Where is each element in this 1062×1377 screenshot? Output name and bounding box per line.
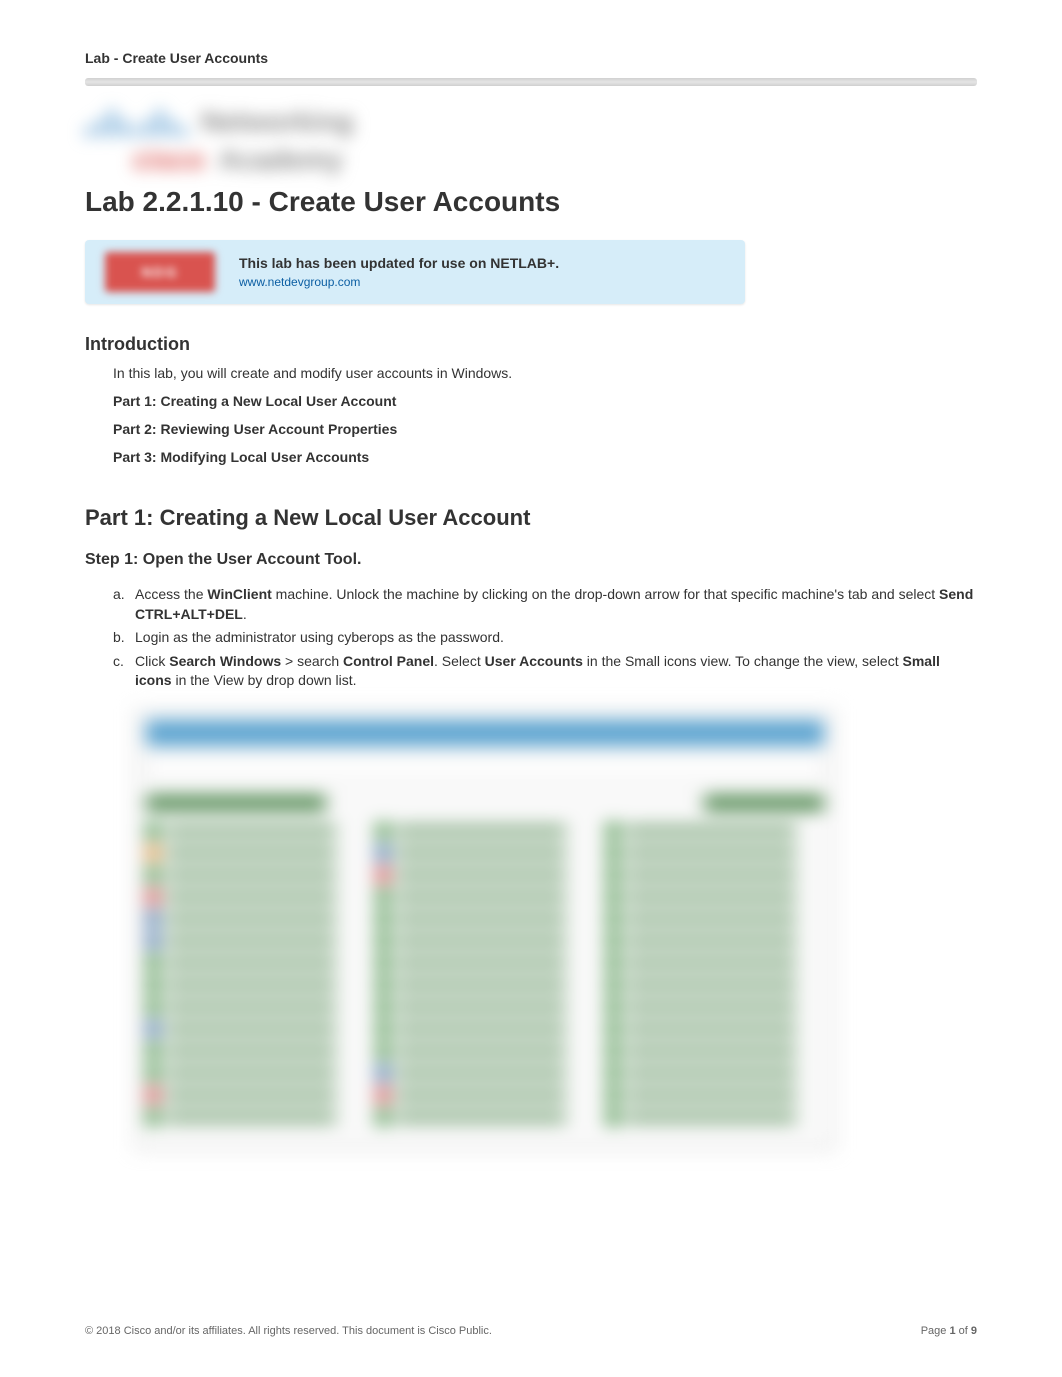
step-a-bold1: WinClient: [207, 586, 271, 602]
step-c-post: in the View by drop down list.: [172, 672, 357, 688]
footer-page-pre: Page: [921, 1325, 950, 1337]
logo-text-networking: Networking: [201, 106, 353, 138]
step1-list: a. Access the WinClient machine. Unlock …: [113, 585, 977, 691]
page-footer: © 2018 Cisco and/or its affiliates. All …: [85, 1325, 977, 1337]
step-c-mid1: > search: [281, 653, 343, 669]
banner-text: This lab has been updated for use on NET…: [239, 255, 559, 271]
step-a-pre: Access the: [135, 586, 207, 602]
logo-text-cisco: cisco: [133, 144, 205, 176]
step-b-mid: using: [296, 629, 337, 645]
banner-link[interactable]: www.netdevgroup.com: [239, 275, 360, 289]
cisco-bars-icon: [85, 107, 187, 137]
part1-heading: Part 1: Creating a New Local User Accoun…: [85, 505, 977, 531]
step-b: b. Login as the administrator using cybe…: [113, 628, 977, 648]
step-c-bold2: Control Panel: [343, 653, 434, 669]
part-2-label: Part 2: Reviewing User Account Propertie…: [113, 421, 977, 437]
header-separator: [85, 78, 977, 86]
step-c: c. Click Search Windows > search Control…: [113, 652, 977, 691]
step-b-pre: Login as the: [135, 629, 215, 645]
footer-page-of: of: [956, 1325, 971, 1337]
cisco-logo-block: Networking cisco Academy: [85, 106, 977, 176]
step-a: a. Access the WinClient machine. Unlock …: [113, 585, 977, 624]
step-c-mid3: in the Small icons view. To change the v…: [583, 653, 903, 669]
netlab-banner: NDG This lab has been updated for use on…: [85, 240, 745, 304]
introduction-heading: Introduction: [85, 334, 977, 355]
step-c-bold1: Search Windows: [169, 653, 281, 669]
part-3-label: Part 3: Modifying Local User Accounts: [113, 449, 977, 465]
step-b-val2: cyberops: [337, 629, 394, 645]
step-a-post: .: [243, 606, 247, 622]
header-label: Lab - Create User Accounts: [85, 50, 977, 66]
introduction-text: In this lab, you will create and modify …: [113, 365, 977, 381]
step1-heading: Step 1: Open the User Account Tool.: [85, 551, 977, 569]
control-panel-screenshot: [135, 709, 835, 1149]
step-c-pre: Click: [135, 653, 169, 669]
step-b-post: as the password.: [394, 629, 504, 645]
footer-page: Page 1 of 9: [921, 1325, 977, 1337]
part-1-label: Part 1: Creating a New Local User Accoun…: [113, 393, 977, 409]
step-a-mid: machine. Unlock the machine by clicking …: [272, 586, 939, 602]
footer-copyright: © 2018 Cisco and/or its affiliates. All …: [85, 1325, 492, 1337]
ndg-badge-icon: NDG: [105, 252, 215, 292]
footer-page-total: 9: [971, 1325, 977, 1337]
step-c-bold3: User Accounts: [485, 653, 583, 669]
step-b-val1: administrator: [215, 629, 296, 645]
page-title: Lab 2.2.1.10 - Create User Accounts: [85, 186, 977, 218]
step-c-mid2: . Select: [434, 653, 485, 669]
logo-text-academy: Academy: [219, 144, 344, 176]
banner-text-block: This lab has been updated for use on NET…: [239, 254, 559, 291]
